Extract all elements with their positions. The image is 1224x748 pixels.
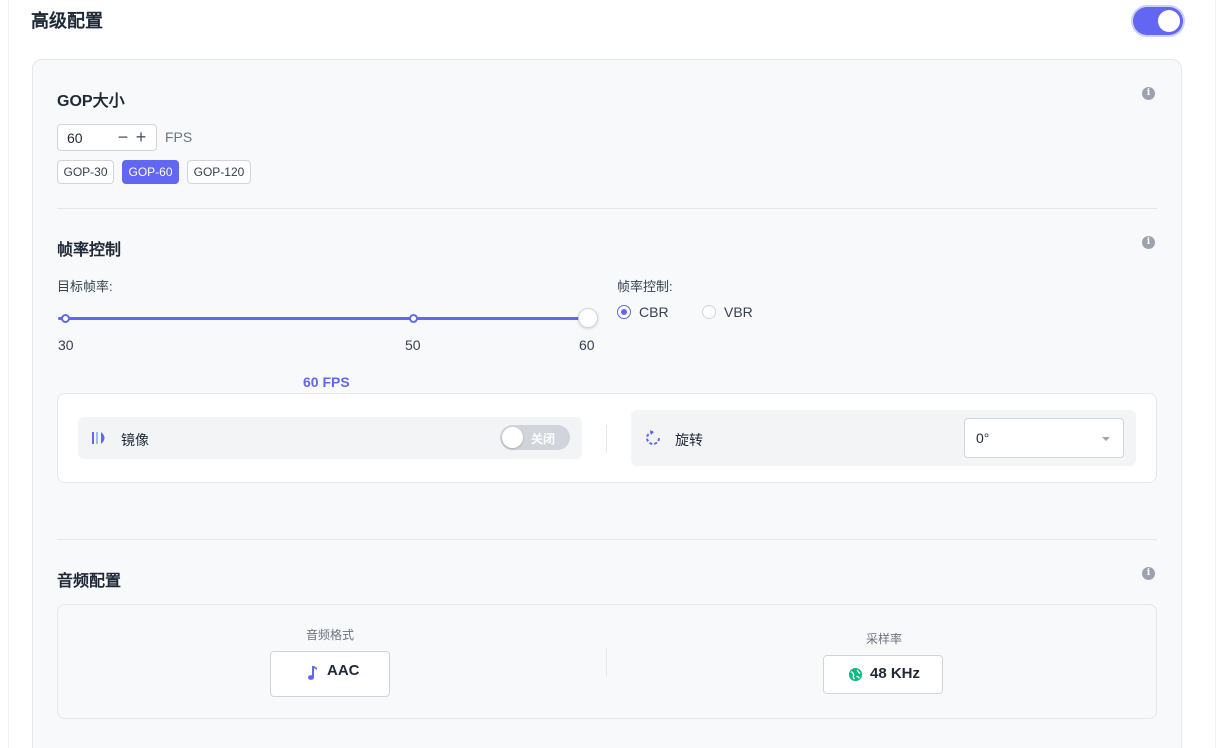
rotate-value: 0° [976, 430, 990, 446]
page-title: 高级配置 [31, 11, 103, 31]
slider-tick-60: 60 [579, 337, 595, 353]
plus-icon[interactable]: + [133, 126, 149, 148]
samplerate-box[interactable]: 48 KHz [823, 655, 943, 694]
cbr-radio[interactable] [617, 305, 631, 319]
framerate-info-icon[interactable]: i [1142, 236, 1155, 249]
slider-tick-50: 50 [405, 337, 421, 353]
gop-info-icon[interactable]: i [1142, 87, 1155, 100]
slider-value-label: 60 FPS [303, 374, 350, 390]
globe-icon [848, 667, 863, 682]
framerate-section-title: 帧率控制 [57, 242, 122, 259]
advanced-config-toggle[interactable] [1133, 7, 1183, 35]
section-divider [57, 539, 1157, 540]
vbr-label[interactable]: VBR [724, 304, 753, 320]
gop-section-title: GOP大小 [57, 93, 125, 110]
mirror-switch-text: 关闭 [531, 432, 556, 446]
audio-section-title: 音频配置 [57, 573, 122, 590]
gop-unit: FPS [165, 129, 193, 145]
mirror-switch[interactable]: 关闭 [500, 425, 570, 450]
cbr-label[interactable]: CBR [639, 304, 669, 320]
audio-card [57, 604, 1157, 719]
gop-stepper[interactable]: 60 − + [57, 124, 157, 151]
samplerate-label: 采样率 [866, 632, 903, 646]
target-framerate-label: 目标帧率: [57, 279, 113, 294]
gop-value: 60 [67, 130, 83, 146]
audio-info-icon[interactable]: i [1142, 567, 1155, 580]
minus-icon[interactable]: − [115, 126, 131, 148]
music-note-icon [308, 666, 317, 680]
slider-tick-30: 30 [58, 337, 74, 353]
audio-divider [606, 648, 607, 676]
gop-preset-30[interactable]: GOP-30 [57, 160, 114, 184]
samplerate-value: 48 KHz [870, 665, 921, 682]
slider-mark-50 [409, 314, 418, 323]
mode-label: 帧率控制: [617, 279, 673, 294]
gop-preset-60[interactable]: GOP-60 [122, 160, 179, 184]
card-divider [606, 425, 607, 453]
audio-format-value: AAC [327, 662, 360, 679]
gop-preset-120[interactable]: GOP-120 [187, 160, 251, 184]
mirror-icon [92, 432, 105, 444]
slider-mark-30 [61, 314, 70, 323]
audio-format-box[interactable]: AAC [270, 651, 390, 697]
section-divider [57, 208, 1157, 209]
framerate-slider-handle[interactable] [578, 308, 598, 328]
audio-format-label: 音频格式 [306, 628, 355, 642]
framerate-slider-track[interactable] [58, 317, 588, 320]
vbr-radio[interactable] [702, 305, 716, 319]
rotate-label: 旋转 [675, 432, 703, 448]
mirror-label: 镜像 [121, 432, 149, 448]
rotate-icon [646, 430, 660, 445]
switch-knob [502, 427, 523, 448]
toggle-knob [1158, 10, 1180, 32]
chevron-down-icon [1102, 437, 1110, 441]
rotate-select[interactable]: 0° [964, 418, 1124, 458]
